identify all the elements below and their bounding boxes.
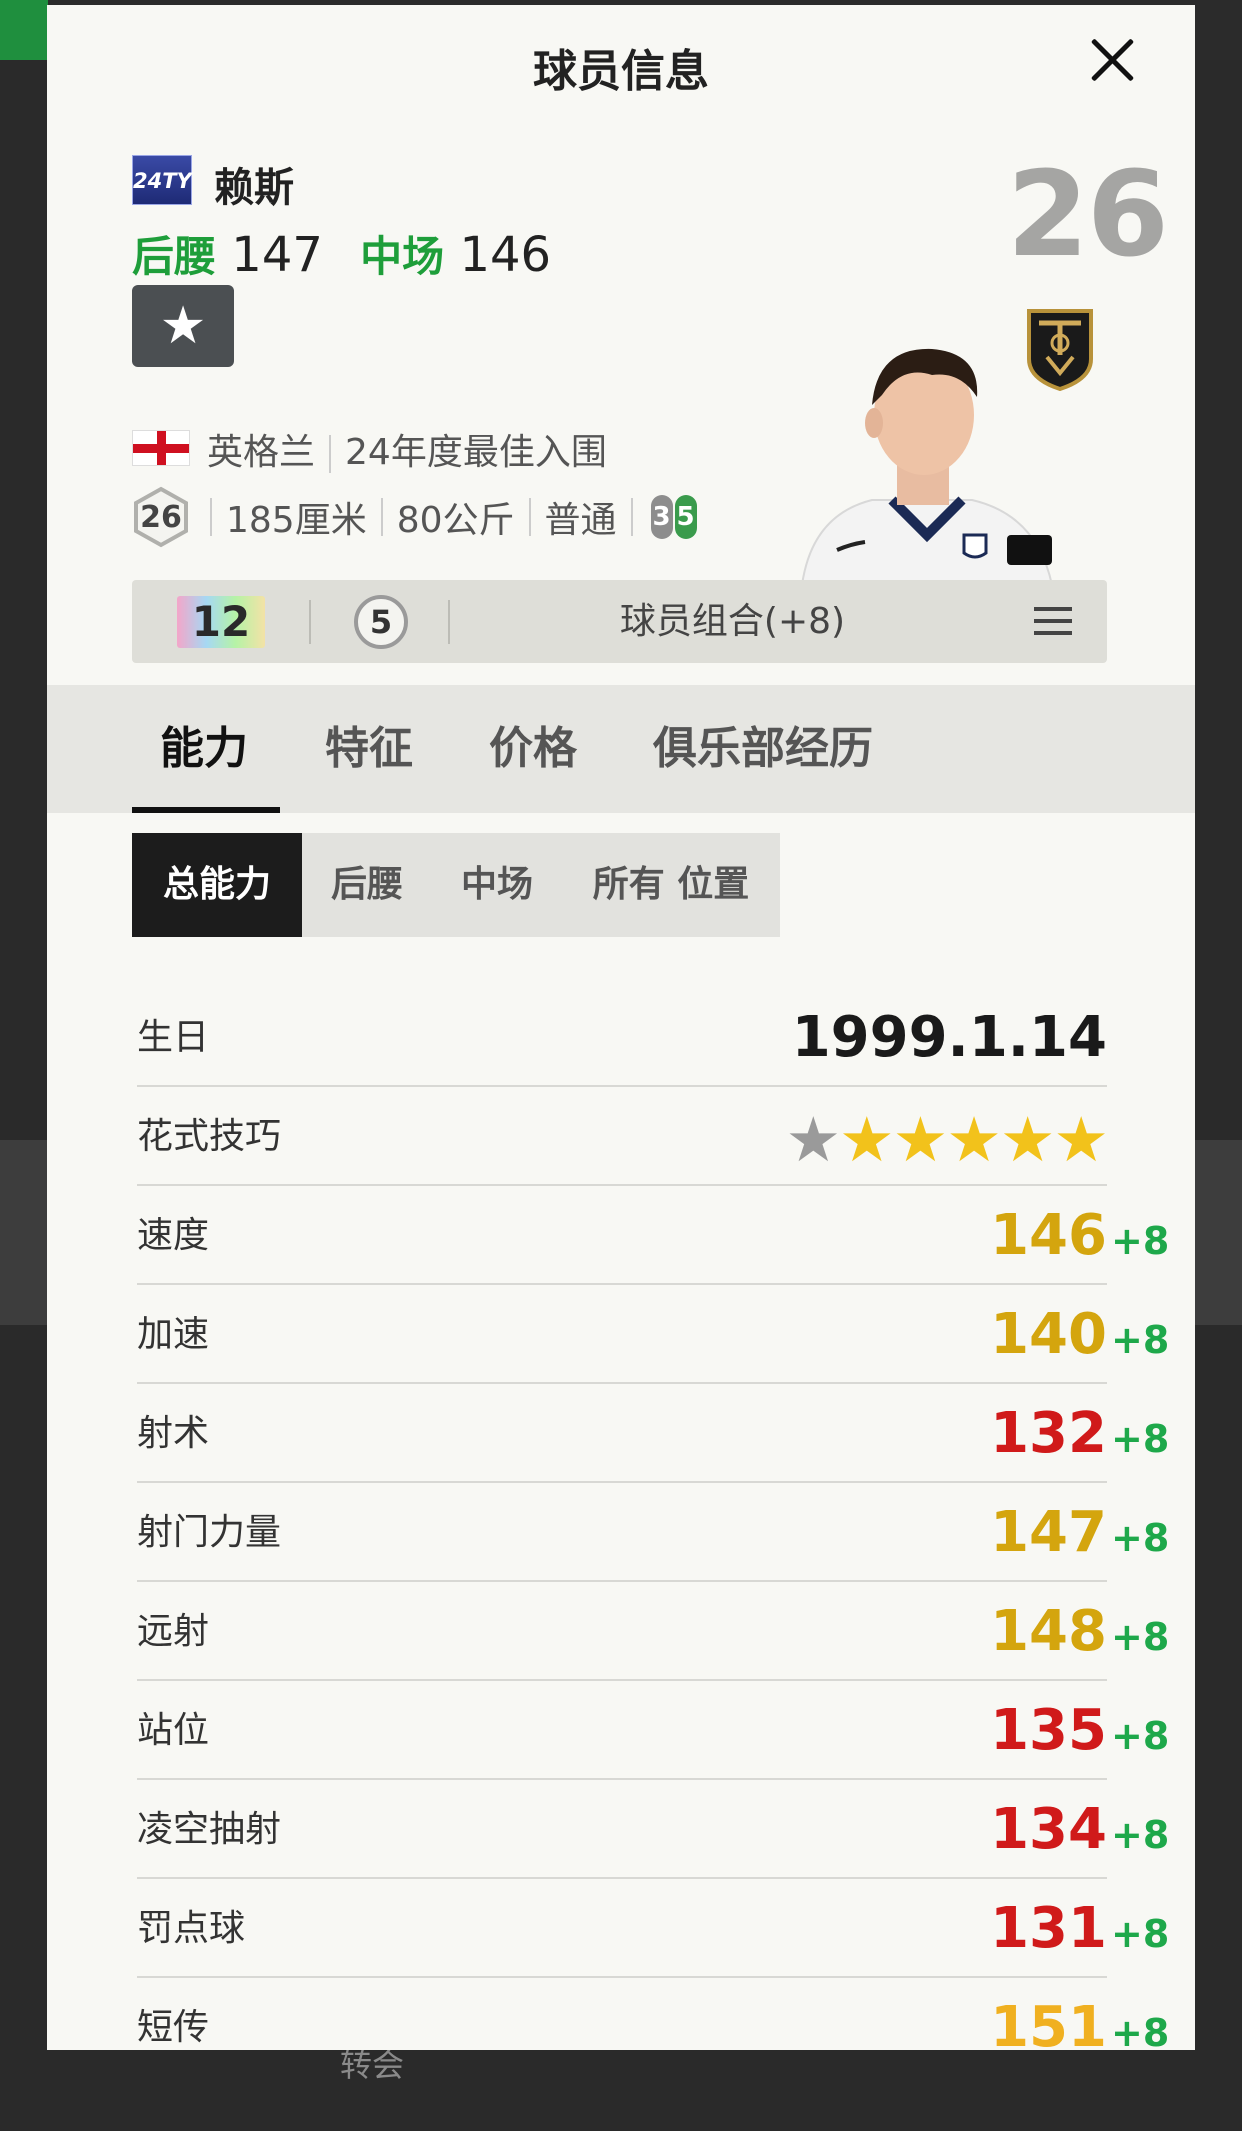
nationality-row: 英格兰 24年度最佳入围 [207,423,607,475]
stat-bonus: +8 [1111,1615,1170,1659]
stat-value: 134 +8 [990,1780,1169,1879]
stat-value: 140 +8 [990,1285,1169,1384]
body-type: 普通 [544,500,617,541]
stat-label: 花式技巧 [137,1116,282,1157]
player-info-bar: 12 5 球员组合(+8) [132,580,1107,663]
subtab-cdm[interactable]: 后腰 [302,833,432,937]
star-filled-icon: ★ [999,1103,1056,1176]
stat-label: 短传 [137,2007,210,2048]
stats-list: 生日 1999.1.14 花式技巧 ★★★★★★ 速度 146 +8 加速 140… [137,988,1195,2050]
star-filled-icon: ★ [1053,1103,1109,1176]
stat-label: 远射 [137,1611,210,1652]
stat-value: 146 +8 [990,1186,1169,1285]
divider [329,435,332,473]
stat-row-birthday: 生日 1999.1.14 [137,988,1107,1087]
england-flag-icon [132,430,190,466]
circle-value-badge[interactable]: 5 [354,595,408,649]
stat-value: 131 +8 [990,1879,1169,1978]
weak-foot-badge: 3 5 [650,495,697,539]
main-tabs: 能力 特征 价格 俱乐部经历 [47,685,1195,813]
stat-value: 148 +8 [990,1582,1169,1681]
favorite-star-button[interactable]: ★ [132,285,234,367]
position-value: 146 [459,227,552,283]
position-label: 后腰 [132,232,217,281]
modal-title: 球员信息 [533,46,709,97]
stat-row: 站位 135 +8 [137,1681,1169,1780]
stat-row: 速度 146 +8 [137,1186,1169,1285]
stat-row: 加速 140 +8 [137,1285,1169,1384]
tab-ability[interactable]: 能力 [160,685,248,813]
stat-bonus: +8 [1111,1714,1170,1758]
position-value: 147 [231,227,323,283]
menu-icon[interactable] [1034,607,1072,637]
stat-value: 151 +8 [990,1978,1169,2050]
right-foot-value: 5 [674,495,697,539]
overall-rating: 26 [1006,145,1169,283]
divider [309,600,311,644]
stat-row: 射门力量 147 +8 [137,1483,1169,1582]
upgrade-level-badge[interactable]: 12 [177,596,265,648]
stat-label: 速度 [137,1215,210,1256]
stat-label: 射术 [137,1413,210,1454]
stat-value: 1999.1.14 [791,1005,1107,1070]
stat-row-skill-moves: 花式技巧 ★★★★★★ [137,1087,1109,1186]
player-info-modal: 球员信息 24TY 赖斯 后腰 147 中场 146 ★ 26 英格兰 24年度最… [47,5,1195,2050]
stat-label: 生日 [137,1017,210,1058]
star-filled-icon: ★ [946,1103,1002,1176]
nationality: 英格兰 [207,432,316,473]
tab-traits[interactable]: 特征 [325,685,413,813]
tab-club-history[interactable]: 俱乐部经历 [653,685,873,813]
tab-price[interactable]: 价格 [489,685,577,813]
player-combo-button[interactable]: 球员组合(+8) [450,580,1015,663]
season-label: 24年度最佳入围 [345,432,607,473]
stat-row: 凌空抽射 134 +8 [137,1780,1169,1879]
star-filled-icon: ★ [839,1103,895,1176]
star-empty-icon: ★ [785,1103,841,1176]
stat-row: 短传 151 +8 [137,1978,1169,2050]
stat-value: 135 +8 [990,1681,1169,1780]
subtab-cm[interactable]: 中场 [432,833,562,937]
weight: 80公斤 [396,500,515,541]
subtab-overall[interactable]: 总能力 [132,833,302,937]
sub-tabs: 总能力 后腰 中场 所有 位置 [132,833,780,937]
subtab-all-positions[interactable]: 所有 位置 [562,833,780,937]
left-foot-value: 3 [650,495,673,539]
stat-bonus: +8 [1111,1516,1170,1560]
stat-label: 站位 [137,1710,210,1751]
season-badge: 24TY [132,155,192,205]
divider [630,498,633,536]
divider [380,498,383,536]
stat-label: 罚点球 [137,1908,246,1949]
stat-row: 罚点球 131 +8 [137,1879,1169,1978]
active-tab-indicator [132,807,280,813]
stat-bonus: +8 [1111,1417,1170,1461]
stat-value: 147 +8 [990,1483,1169,1582]
stat-value: 132 +8 [990,1384,1169,1483]
close-icon[interactable] [1082,30,1142,90]
level-value: 26 [140,499,182,535]
divider [210,498,212,536]
skill-stars: ★★★★★★ [785,1109,1109,1171]
position-label: 中场 [360,232,445,281]
height: 185厘米 [226,500,367,541]
player-portrait [782,335,1072,585]
stat-bonus: +8 [1111,1219,1170,1263]
physical-row: 26 185厘米 80公斤 普通 3 5 [132,486,697,548]
divider [528,498,531,536]
stat-label: 射门力量 [137,1512,282,1553]
stat-bonus: +8 [1111,1813,1170,1857]
stat-label: 凌空抽射 [137,1809,282,1850]
stat-bonus: +8 [1111,1318,1170,1362]
player-name: 赖斯 [214,165,294,211]
stat-bonus: +8 [1111,1912,1170,1956]
position-ratings: 后腰 147 中场 146 [132,223,573,284]
stat-bonus: +8 [1111,2011,1170,2050]
star-filled-icon: ★ [892,1103,949,1176]
stat-row: 远射 148 +8 [137,1582,1169,1681]
background-green-tab [0,0,48,60]
stat-label: 加速 [137,1314,210,1355]
level-hex-badge: 26 [132,486,190,548]
stat-row: 射术 132 +8 [137,1384,1169,1483]
